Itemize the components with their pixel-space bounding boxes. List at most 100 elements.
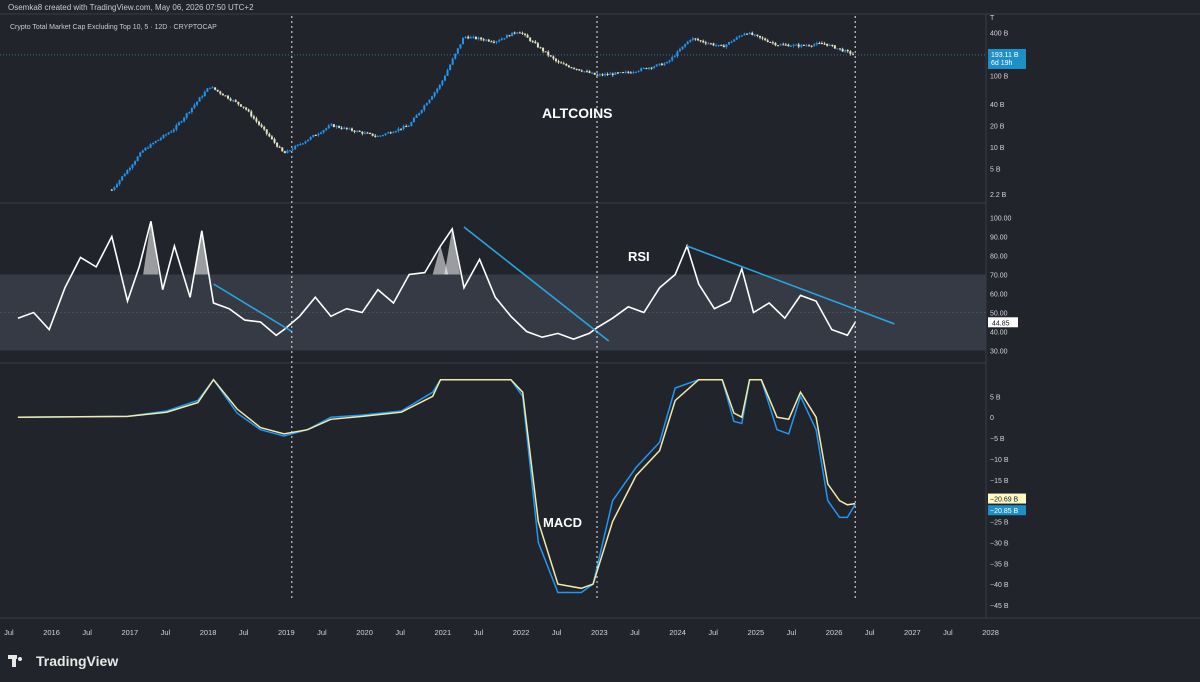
candle-body: [433, 92, 436, 97]
time-tick-label: 2019: [278, 628, 295, 637]
candle-body: [663, 63, 666, 66]
candle-body: [627, 71, 630, 73]
candle-body: [441, 80, 444, 85]
candle-body: [438, 84, 441, 89]
candle-body: [735, 37, 738, 40]
candle-body: [565, 63, 568, 66]
candle-body: [317, 133, 320, 136]
candle-body: [673, 56, 676, 58]
candle-body: [379, 135, 382, 137]
candle-body: [394, 131, 397, 133]
candle-body: [268, 133, 271, 137]
time-tick-label: Jul: [395, 628, 405, 637]
signal-last-label: −20.69 B: [990, 497, 1019, 504]
candle-body: [784, 44, 787, 46]
candle-body: [358, 130, 361, 132]
candle-body: [219, 91, 222, 94]
candle-body: [405, 126, 408, 128]
price-tick-label: 40 B: [990, 102, 1005, 109]
candle-body: [611, 73, 614, 75]
candle-body: [554, 58, 557, 62]
candle-body: [469, 37, 472, 39]
rsi-tick-label: 60.00: [990, 292, 1008, 299]
candle-body: [725, 44, 728, 48]
candle-body: [361, 131, 364, 134]
candle-body: [242, 106, 245, 108]
candle-body: [539, 47, 542, 49]
candle-body: [327, 125, 330, 129]
candle-body: [283, 151, 286, 154]
time-tick-label: Jul: [865, 628, 875, 637]
candle-body: [128, 167, 131, 170]
candle-body: [374, 135, 377, 137]
candle-body: [206, 88, 209, 92]
candle-body: [412, 117, 415, 123]
brand-label: TradingView: [36, 653, 119, 669]
time-tick-label: 2020: [356, 628, 373, 637]
time-tick-label: 2028: [982, 628, 999, 637]
candle-body: [276, 142, 279, 147]
candle-body: [301, 143, 304, 145]
tradingview-brand[interactable]: TradingView: [8, 653, 118, 669]
candle-body: [722, 45, 725, 48]
candle-body: [642, 67, 645, 69]
signal-line: [17, 378, 856, 590]
candle-body: [170, 131, 173, 133]
candle-body: [376, 136, 379, 138]
last-price-label: 193.11 B: [991, 52, 1019, 59]
candle-body: [296, 144, 299, 146]
candle-body: [720, 44, 723, 46]
candle-body: [255, 118, 258, 122]
candle-body: [508, 35, 511, 37]
candle-body: [369, 133, 372, 135]
candle-body: [640, 68, 643, 71]
candle-body: [647, 67, 650, 69]
candle-body: [619, 72, 622, 74]
candle-body: [779, 44, 782, 46]
candle-body: [144, 147, 147, 151]
candle-body: [774, 42, 777, 46]
candle-body: [188, 112, 191, 114]
candle-body: [314, 135, 317, 137]
candle-body: [294, 145, 297, 150]
candle-body: [472, 36, 475, 38]
candle-body: [363, 132, 366, 134]
candle-body: [668, 60, 671, 62]
chart-canvas[interactable]: 400 B100 B40 B20 B10 B5 B2.2 BT193.11 B6…: [0, 0, 1200, 682]
candle-body: [319, 132, 322, 134]
price-tick-label: 10 B: [990, 145, 1005, 152]
candle-body: [493, 41, 496, 43]
candle-body: [841, 48, 844, 52]
time-tick-label: 2017: [121, 628, 138, 637]
candle-body: [632, 72, 635, 74]
candle-body: [307, 139, 310, 142]
candle-body: [601, 74, 604, 76]
candle-body: [518, 32, 521, 34]
candle-body: [684, 44, 687, 47]
altcoins-title: ALTCOINS: [542, 105, 613, 121]
time-tick-label: Jul: [787, 628, 797, 637]
candle-body: [650, 67, 653, 69]
candle-body: [304, 141, 307, 144]
candle-body: [746, 33, 749, 35]
candle-body: [694, 38, 697, 40]
candle-body: [500, 38, 503, 41]
price-axis-top-label: T: [990, 15, 995, 22]
time-tick-label: 2026: [826, 628, 843, 637]
candle-body: [454, 53, 457, 59]
candle-body: [234, 100, 237, 102]
time-tick-label: Jul: [239, 628, 249, 637]
candle-body: [580, 70, 583, 72]
candle-body: [381, 135, 384, 137]
candle-body: [159, 138, 162, 140]
candle-body: [813, 44, 816, 46]
candle-body: [115, 184, 118, 188]
candle-body: [490, 41, 493, 43]
candle-body: [203, 91, 206, 97]
price-tick-label: 400 B: [990, 30, 1009, 37]
time-tick-label: Jul: [474, 628, 484, 637]
candle-body: [245, 107, 248, 110]
candle-body: [462, 37, 465, 45]
rsi-tick-label: 80.00: [990, 254, 1008, 261]
candle-body: [273, 139, 276, 143]
